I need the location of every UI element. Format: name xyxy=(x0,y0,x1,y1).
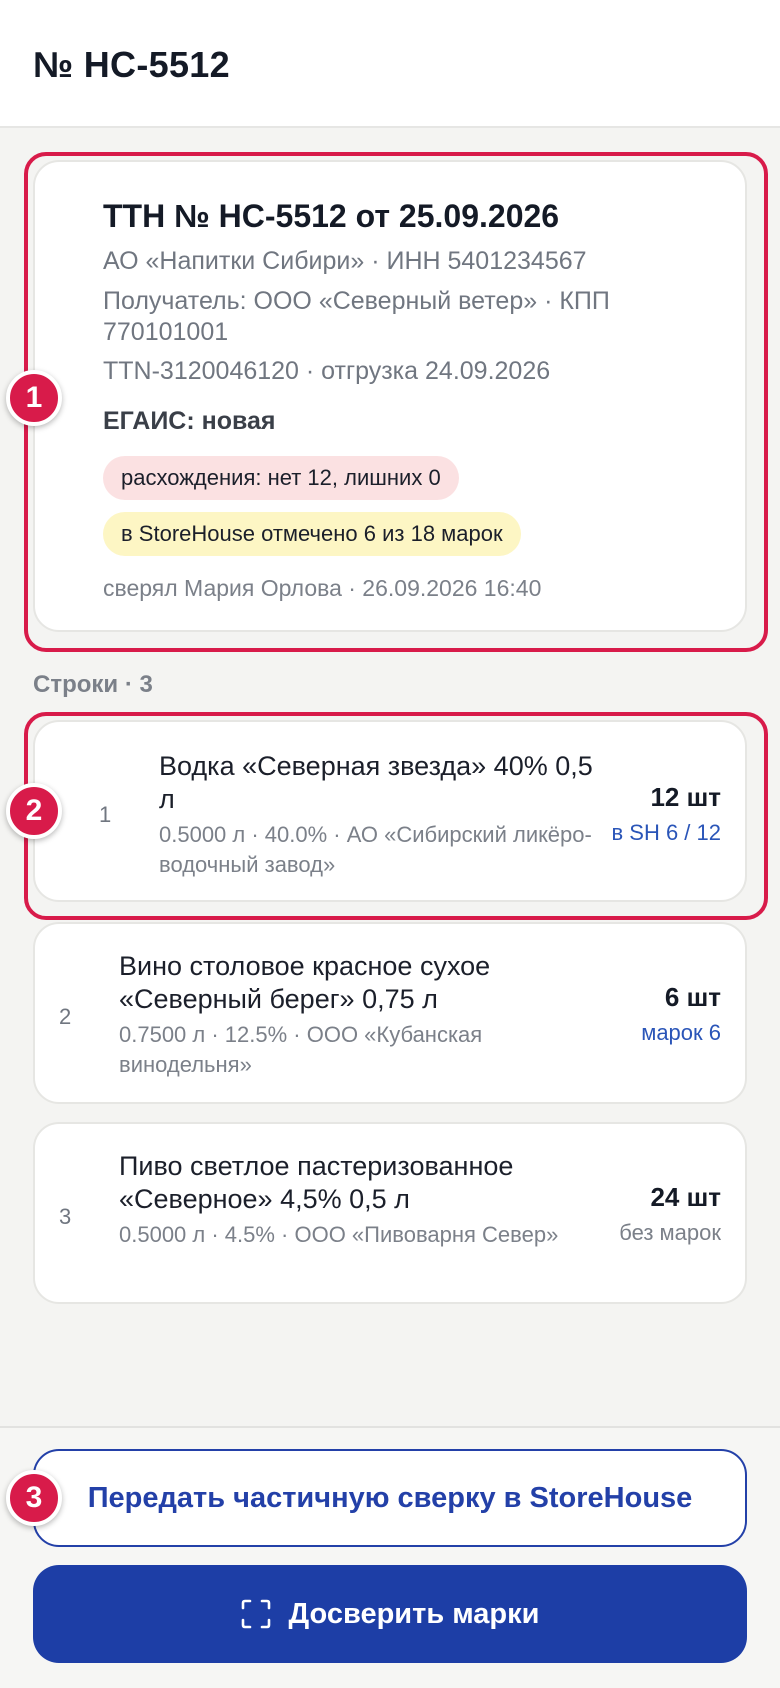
invoice-title: ТТН № НС-5512 от 25.09.2026 xyxy=(103,198,560,234)
row-product-meta: 0.5000 л · 40.0% · АО «Сибирский ликёро-… xyxy=(159,822,592,877)
transfer-partial-check-button[interactable]: Передать частичную сверку в StoreHouse xyxy=(33,1449,747,1547)
app-header: № НС-5512 xyxy=(0,0,780,128)
row-product-name: Пиво светлое пастеризованное «Северное» … xyxy=(119,1151,514,1214)
row-marks-status: без марок xyxy=(619,1220,721,1245)
row-product-name: Вино столовое красное сухое «Северный бе… xyxy=(119,951,491,1014)
row-product-meta: 0.7500 л · 12.5% · ООО «Кубанская виноде… xyxy=(119,1022,483,1077)
annotation-badge-1: 1 xyxy=(6,370,62,426)
transfer-button-label: Передать частичную сверку в StoreHouse xyxy=(87,1481,693,1514)
list-item[interactable]: 2 Вино столовое красное сухое «Северный … xyxy=(33,922,747,1104)
row-marks-status: марок 6 xyxy=(641,1020,721,1045)
annotation-badge-3: 3 xyxy=(6,1470,62,1526)
list-item[interactable]: 1 Водка «Северная звезда» 40% 0,5 л 0.50… xyxy=(33,720,747,902)
recheck-button-label: Досверить марки xyxy=(288,1597,540,1630)
row-marks-status: в SH 6 / 12 xyxy=(611,820,721,845)
storehouse-badge: в StoreHouse отмечено 6 из 18 марок xyxy=(103,512,521,556)
checked-by-line: сверял Мария Орлова · 26.09.2026 16:40 xyxy=(103,575,542,601)
row-product-meta: 0.5000 л · 4.5% · ООО «Пивоварня Север» xyxy=(119,1222,559,1247)
discrepancy-badge: расхождения: нет 12, лишних 0 xyxy=(103,456,459,500)
row-quantity: 12 шт xyxy=(650,782,721,812)
row-number: 3 xyxy=(59,1204,72,1229)
supplier-line: АО «Напитки Сибири» · ИНН 5401234567 xyxy=(103,247,587,275)
row-quantity: 24 шт xyxy=(650,1182,721,1212)
recheck-marks-button[interactable]: Досверить марки xyxy=(33,1565,747,1663)
ttn-line: TTN-3120046120 · отгрузка 24.09.2026 xyxy=(103,357,551,385)
row-product-name: Водка «Северная звезда» 40% 0,5 л xyxy=(159,751,593,814)
invoice-summary-card[interactable]: ТТН № НС-5512 от 25.09.2026 АО «Напитки … xyxy=(33,160,747,632)
page-title: № НС-5512 xyxy=(33,44,230,85)
egais-status: ЕГАИС: новая xyxy=(103,407,276,435)
rows-section-label: Строки · 3 xyxy=(33,671,153,698)
list-item[interactable]: 3 Пиво светлое пастеризованное «Северное… xyxy=(33,1122,747,1304)
row-number: 2 xyxy=(59,1004,72,1029)
row-quantity: 6 шт xyxy=(664,982,721,1012)
row-number: 1 xyxy=(99,802,112,827)
annotation-badge-2: 2 xyxy=(6,783,62,839)
recipient-line: Получатель: ООО «Северный ветер» · КПП 7… xyxy=(103,287,610,346)
scan-icon xyxy=(241,1599,270,1629)
